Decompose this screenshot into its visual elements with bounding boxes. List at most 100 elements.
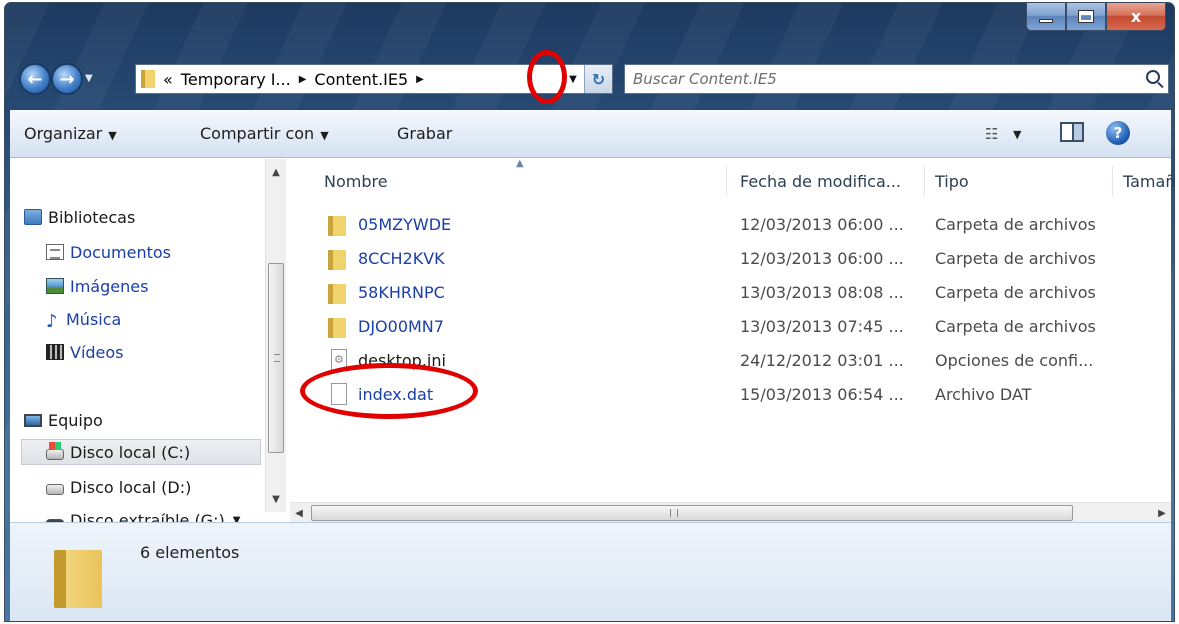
navigation-bar: ← → ▼ « Temporary I... ▶ Content.IE5 ▶ ▼… (5, 59, 1174, 97)
folder-icon (141, 70, 155, 88)
maximize-button[interactable] (1066, 3, 1106, 31)
file-type: Carpeta de archivos (935, 215, 1096, 234)
address-history-dropdown[interactable]: ▼ (562, 65, 584, 93)
organize-button[interactable]: Organizar ▼ (24, 124, 117, 143)
maximize-icon (1078, 10, 1094, 23)
nav-item-disk-c[interactable]: Disco local (C:) (21, 439, 261, 465)
scrollbar-thumb[interactable] (268, 263, 284, 453)
nav-item-computer[interactable]: Equipo (24, 407, 103, 433)
grip-icon (274, 354, 280, 362)
file-date: 15/03/2013 06:54 ... (740, 385, 904, 404)
chevron-down-icon[interactable]: ▼ (1013, 128, 1021, 141)
scroll-down-icon[interactable]: ▼ (266, 490, 286, 508)
breadcrumb-overflow[interactable]: « (163, 70, 173, 89)
scroll-up-icon[interactable]: ▲ (266, 163, 286, 181)
column-header-date[interactable]: Fecha de modifica... (740, 172, 901, 191)
nav-item-documents[interactable]: Documentos (46, 239, 171, 265)
minimize-button[interactable] (1026, 3, 1066, 31)
nav-pane-scrollbar[interactable]: ▲ ▼ (265, 159, 286, 512)
file-row-desktop-ini[interactable]: desktop.ini 24/12/2012 03:01 ... Opcione… (306, 346, 1171, 376)
help-icon: ? (1113, 124, 1123, 142)
windows-disk-icon (46, 441, 64, 460)
column-header-type[interactable]: Tipo (935, 172, 969, 191)
column-header-name[interactable]: Nombre (324, 172, 388, 191)
nav-item-libraries[interactable]: Bibliotecas (24, 204, 135, 230)
file-date: 12/03/2013 06:00 ... (740, 215, 904, 234)
file-name[interactable]: index.dat (358, 385, 433, 404)
recent-pages-dropdown[interactable]: ▼ (85, 73, 93, 84)
chevron-right-icon[interactable]: ▶ (299, 74, 307, 85)
folder-icon (328, 216, 346, 236)
file-type: Opciones de confi... (935, 351, 1094, 370)
folder-icon (54, 550, 102, 608)
breadcrumb-temporary[interactable]: Temporary I... (181, 70, 291, 89)
help-button[interactable]: ? (1106, 121, 1130, 145)
nav-item-videos[interactable]: Vídeos (46, 339, 124, 365)
close-button[interactable]: x (1106, 3, 1166, 31)
file-list-horizontal-scrollbar[interactable]: ◀ ▶ (290, 502, 1171, 522)
sort-ascending-icon: ▲ (516, 158, 524, 169)
search-icon[interactable] (1146, 70, 1160, 84)
minimize-icon (1039, 18, 1053, 23)
library-icon (24, 209, 42, 225)
details-pane: 6 elementos (10, 522, 1171, 621)
file-row-folder[interactable]: 05MZYWDE 12/03/2013 06:00 ... Carpeta de… (306, 210, 1171, 240)
arrow-right-icon: → (59, 68, 75, 90)
column-header-size[interactable]: Tamañ (1123, 172, 1174, 191)
command-bar: Organizar ▼ Compartir con ▼ Grabar ☷ ▼ ? (10, 110, 1171, 158)
settings-file-icon (331, 349, 347, 371)
address-bar[interactable]: « Temporary I... ▶ Content.IE5 ▶ ▼ ↻ (135, 64, 613, 94)
video-icon (46, 344, 64, 360)
file-name[interactable]: 58KHRNPC (358, 283, 445, 302)
file-name[interactable]: DJO00MN7 (358, 317, 444, 336)
scroll-left-icon[interactable]: ◀ (290, 504, 308, 522)
caption-buttons: x (1026, 3, 1166, 33)
file-type: Carpeta de archivos (935, 249, 1096, 268)
file-row-folder[interactable]: 8CCH2KVK 12/03/2013 06:00 ... Carpeta de… (306, 244, 1171, 274)
music-icon: ♪ (46, 311, 58, 332)
arrow-left-icon: ← (27, 68, 43, 90)
column-divider[interactable] (924, 166, 925, 196)
column-divider[interactable] (726, 166, 727, 196)
file-name[interactable]: 05MZYWDE (358, 215, 451, 234)
back-button[interactable]: ← (19, 63, 51, 95)
view-options-icon[interactable]: ☷ (985, 125, 998, 143)
file-date: 12/03/2013 06:00 ... (740, 249, 904, 268)
file-name[interactable]: desktop.ini (358, 351, 446, 370)
nav-item-disk-d[interactable]: Disco local (D:) (46, 474, 191, 500)
nav-item-images[interactable]: Imágenes (46, 273, 148, 299)
search-box[interactable] (624, 64, 1169, 94)
document-icon (46, 244, 64, 260)
picture-icon (46, 278, 64, 294)
navigation-pane: Bibliotecas Documentos Imágenes ♪ Música … (10, 159, 290, 541)
folder-icon (328, 250, 346, 270)
forward-button[interactable]: → (51, 63, 83, 95)
column-header-row: ▲ Nombre Fecha de modifica... Tipo Tamañ (306, 158, 1174, 196)
file-row-index-dat[interactable]: index.dat 15/03/2013 06:54 ... Archivo D… (306, 380, 1171, 410)
explorer-window: x ← → ▼ « Temporary I... ▶ Content.IE5 ▶… (4, 2, 1175, 622)
preview-pane-button[interactable] (1060, 122, 1084, 142)
file-type: Carpeta de archivos (935, 283, 1096, 302)
breadcrumb-content-ie5[interactable]: Content.IE5 (314, 70, 408, 89)
file-name[interactable]: 8CCH2KVK (358, 249, 445, 268)
file-date: 13/03/2013 08:08 ... (740, 283, 904, 302)
folder-icon (328, 318, 346, 338)
share-button[interactable]: Compartir con ▼ (200, 124, 329, 143)
nav-item-music[interactable]: ♪ Música (46, 306, 121, 333)
search-input[interactable] (625, 65, 1105, 93)
column-divider[interactable] (1112, 166, 1113, 196)
close-icon: x (1130, 7, 1142, 26)
content-area: Organizar ▼ Compartir con ▼ Grabar ☷ ▼ ? B… (10, 110, 1174, 621)
item-count: 6 elementos (140, 543, 240, 562)
chevron-down-icon: ▼ (108, 129, 117, 142)
file-icon (331, 383, 347, 405)
file-row-folder[interactable]: 58KHRNPC 13/03/2013 08:08 ... Carpeta de… (306, 278, 1171, 308)
file-type: Carpeta de archivos (935, 317, 1096, 336)
file-row-folder[interactable]: DJO00MN7 13/03/2013 07:45 ... Carpeta de… (306, 312, 1171, 342)
scrollbar-thumb[interactable] (311, 505, 1073, 521)
burn-button[interactable]: Grabar (397, 124, 452, 143)
scroll-right-icon[interactable]: ▶ (1153, 504, 1171, 522)
grip-icon (670, 509, 678, 517)
chevron-right-icon[interactable]: ▶ (416, 74, 424, 85)
refresh-button[interactable]: ↻ (584, 65, 612, 93)
